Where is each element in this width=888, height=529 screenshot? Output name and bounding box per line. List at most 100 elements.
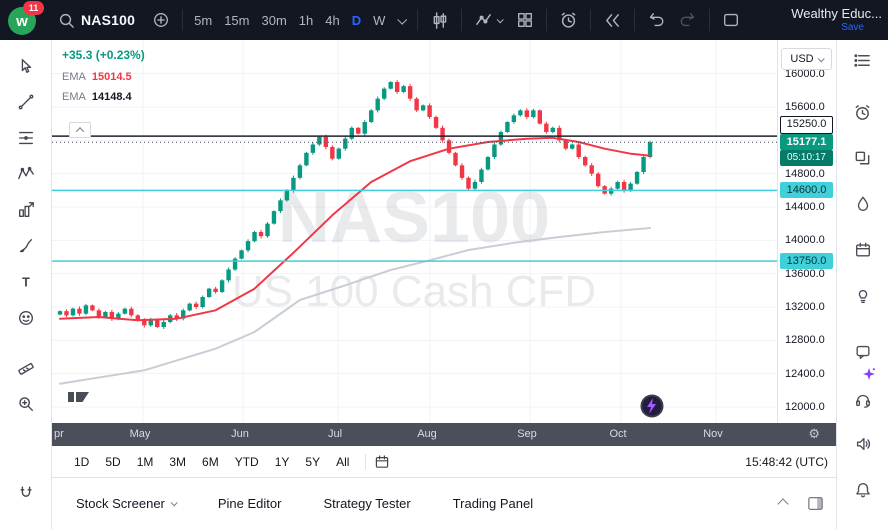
range-5d[interactable]: 5D — [97, 450, 128, 474]
compare-add-button[interactable] — [145, 6, 177, 34]
toolbar-divider — [182, 9, 183, 31]
save-layout-button[interactable] — [715, 6, 747, 34]
range-ytd[interactable]: YTD — [227, 450, 267, 474]
bar-countdown-label: 05:10:17 — [780, 150, 833, 166]
ruler-icon — [17, 359, 35, 377]
broker-logo — [642, 396, 663, 417]
tab-trading-panel[interactable]: Trading Panel — [453, 496, 533, 511]
tab-stock-screener[interactable]: Stock Screener — [76, 496, 176, 511]
price-scale[interactable]: USD 16000.015600.014800.014400.014000.01… — [777, 40, 836, 423]
lightbulb-icon — [854, 287, 872, 305]
ema-label: EMA — [62, 71, 86, 83]
toolbar-divider — [590, 9, 591, 31]
tab-label: Trading Panel — [453, 496, 533, 511]
range-1d[interactable]: 1D — [66, 450, 97, 474]
currency-selector[interactable]: USD — [781, 48, 832, 70]
toolbar-divider — [634, 9, 635, 31]
alerts-button[interactable] — [851, 100, 875, 124]
notifications-button[interactable] — [851, 478, 875, 502]
stream-button[interactable] — [851, 432, 875, 456]
ai-assistant-button[interactable] — [857, 362, 881, 386]
ideas-button[interactable] — [851, 284, 875, 308]
watchlist-icon — [853, 51, 872, 70]
tradingview-logo[interactable] — [68, 392, 89, 402]
timeframe-1w[interactable]: W — [367, 6, 391, 34]
time-scale[interactable]: prMayJunJulAugSepOctNov ⚙ — [52, 423, 836, 446]
speaker-icon — [854, 435, 872, 453]
logo-letter: w — [16, 13, 28, 30]
timeframe-30m[interactable]: 30m — [255, 6, 292, 34]
chat-button[interactable] — [851, 340, 875, 364]
undo-button[interactable] — [640, 6, 672, 34]
session-clock[interactable]: 15:48:42 (UTC) — [745, 455, 828, 469]
pattern-tool[interactable] — [9, 164, 43, 184]
timeframe-1h[interactable]: 1h — [293, 6, 319, 34]
symbol-search-button[interactable]: NAS100 — [48, 6, 145, 34]
brush-tool[interactable] — [9, 236, 43, 256]
ai-sparkle-icon — [861, 366, 877, 382]
economic-calendar-button[interactable] — [851, 238, 875, 262]
range-5y[interactable]: 5Y — [297, 450, 328, 474]
replay-rewind-icon — [603, 11, 622, 30]
price-axis-label: 12400.0 — [778, 367, 836, 381]
ema-slow-legend[interactable]: EMA14148.4 — [62, 89, 145, 103]
time-axis-label: Jun — [231, 428, 249, 440]
price-axis-labels: 16000.015600.014800.014400.014000.013600… — [778, 40, 836, 423]
layers-icon — [853, 149, 872, 168]
last-price-label: 15177.1 — [780, 134, 833, 150]
object-tree-button[interactable] — [851, 146, 875, 170]
app-logo[interactable]: w 11 — [8, 4, 40, 36]
magnet-tool[interactable] — [9, 483, 43, 503]
layout-grid-button[interactable] — [509, 6, 541, 34]
range-1m[interactable]: 1M — [129, 450, 162, 474]
time-axis-label: May — [130, 428, 151, 440]
range-6m[interactable]: 6M — [194, 450, 227, 474]
bar-replay-button[interactable] — [596, 6, 629, 34]
chart-canvas[interactable]: NAS100US 100 Cash CFD +35.3 (+0.23%) EMA… — [52, 40, 777, 423]
emoji-tool[interactable] — [9, 308, 43, 328]
price-chart[interactable]: NAS100US 100 Cash CFD — [52, 40, 777, 423]
alarm-clock-icon — [853, 103, 872, 122]
time-axis-label: Sep — [517, 428, 537, 440]
timeframe-15m[interactable]: 15m — [218, 6, 255, 34]
settings-gear-icon[interactable]: ⚙ — [808, 426, 820, 442]
fib-retracement-tool[interactable] — [9, 128, 43, 148]
go-to-date-button[interactable] — [374, 454, 390, 470]
timeframe-menu-button[interactable] — [391, 6, 412, 34]
time-axis-label: Aug — [417, 428, 437, 440]
timeframe-1d[interactable]: D — [346, 6, 367, 34]
chart-style-button[interactable] — [423, 6, 456, 34]
alert-button[interactable] — [552, 6, 585, 34]
tab-pine-editor[interactable]: Pine Editor — [218, 496, 282, 511]
help-button[interactable] — [851, 388, 875, 412]
trend-line-tool[interactable] — [9, 92, 43, 112]
price-axis-label: 13200.0 — [778, 300, 836, 314]
expand-panel-chevron[interactable] — [777, 498, 788, 509]
text-tool[interactable]: T — [9, 272, 43, 292]
range-3m[interactable]: 3M — [161, 450, 194, 474]
ema-label: EMA — [62, 91, 86, 103]
range-all[interactable]: All — [328, 450, 357, 474]
price-axis-label: 12000.0 — [778, 400, 836, 414]
timeframe-5m[interactable]: 5m — [188, 6, 218, 34]
date-range-toolbar: 1D 5D 1M 3M 6M YTD 1Y 5Y All 15:48:42 (U… — [52, 446, 836, 478]
toolbar-divider — [709, 9, 710, 31]
hotlists-button[interactable] — [851, 192, 875, 216]
measure-tool[interactable] — [9, 358, 43, 378]
timeframe-4h[interactable]: 4h — [319, 6, 345, 34]
cursor-tool[interactable] — [9, 56, 43, 76]
panel-layout-icon[interactable] — [807, 496, 824, 511]
range-1y[interactable]: 1Y — [267, 450, 298, 474]
ema-fast-legend[interactable]: EMA15014.5 — [62, 69, 145, 83]
save-link[interactable]: Save — [841, 22, 864, 33]
watchlist-button[interactable] — [851, 48, 875, 72]
prediction-tool[interactable] — [9, 200, 43, 220]
time-axis-label: Oct — [609, 428, 626, 440]
tab-strategy-tester[interactable]: Strategy Tester — [323, 496, 410, 511]
account-menu[interactable]: Wealthy Educ... Save — [791, 7, 882, 33]
indicators-button[interactable] — [467, 6, 509, 34]
zoom-tool[interactable] — [9, 394, 43, 414]
redo-button[interactable] — [672, 6, 704, 34]
legend-collapse-button[interactable] — [69, 122, 91, 138]
xabcd-pattern-icon — [17, 165, 35, 183]
